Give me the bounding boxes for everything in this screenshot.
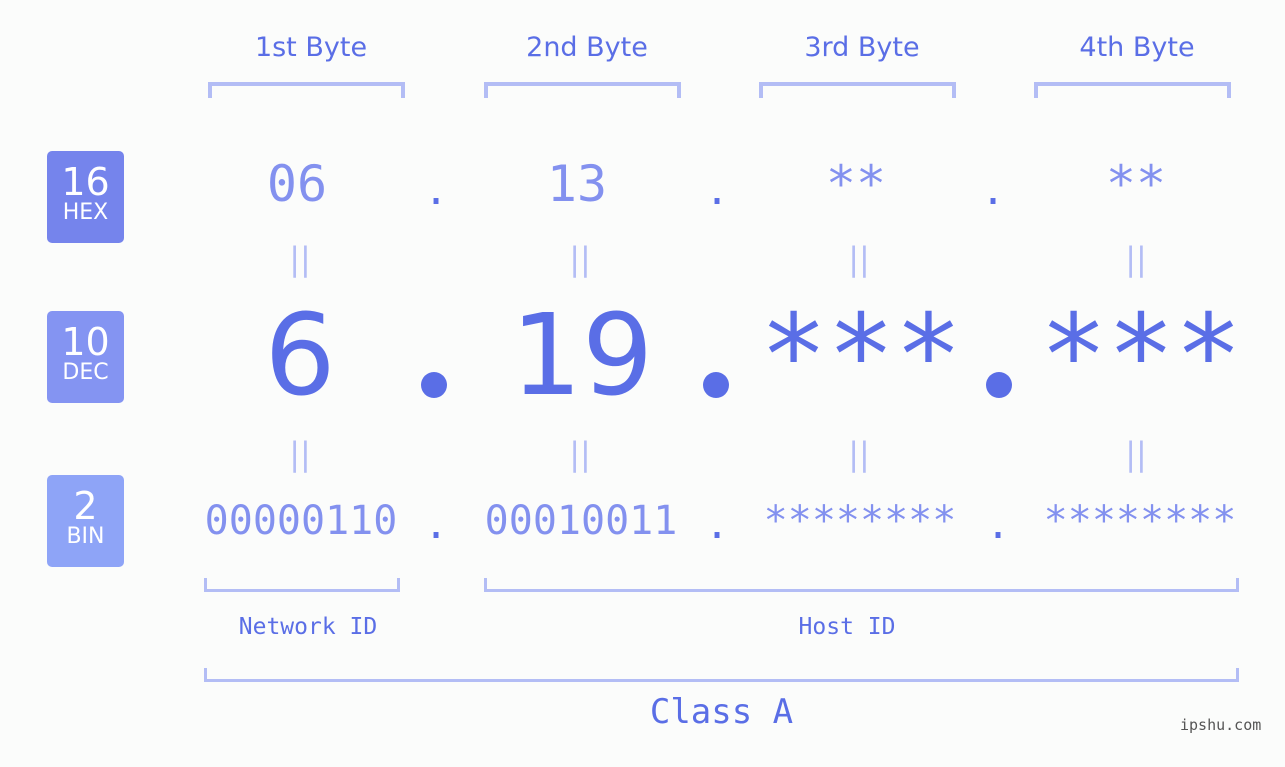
class-bracket bbox=[204, 668, 1239, 682]
bin-byte-4: ******** bbox=[1043, 498, 1237, 544]
dec-separator-dot bbox=[986, 372, 1012, 398]
bin-badge-unit: BIN bbox=[66, 524, 105, 549]
bin-separator: . bbox=[705, 502, 730, 548]
byte-label-2: 2nd Byte bbox=[526, 32, 648, 63]
equals-sign: || bbox=[848, 240, 870, 278]
byte-bracket-3 bbox=[759, 82, 956, 98]
hex-separator: . bbox=[705, 168, 730, 214]
network-id-label: Network ID bbox=[238, 614, 378, 640]
byte-bracket-4 bbox=[1034, 82, 1231, 98]
hex-badge-number: 16 bbox=[61, 160, 110, 204]
equals-sign: || bbox=[569, 240, 591, 278]
hex-separator: . bbox=[424, 168, 449, 214]
watermark: ipshu.com bbox=[1180, 716, 1262, 734]
bin-byte-2: 00010011 bbox=[484, 498, 678, 544]
equals-sign: || bbox=[848, 435, 870, 473]
dec-badge-unit: DEC bbox=[62, 360, 109, 385]
dec-byte-1: 6 bbox=[264, 291, 336, 421]
equals-sign: || bbox=[1125, 240, 1147, 278]
byte-label-3: 3rd Byte bbox=[804, 32, 920, 63]
hex-byte-1: 06 bbox=[266, 155, 328, 213]
bin-badge: 2 BIN bbox=[47, 475, 124, 567]
bin-separator: . bbox=[986, 502, 1011, 548]
bin-byte-1: 00000110 bbox=[204, 498, 398, 544]
bin-byte-3: ******** bbox=[763, 498, 957, 544]
host-id-label: Host ID bbox=[798, 614, 896, 640]
dec-badge-number: 10 bbox=[61, 320, 110, 364]
byte-bracket-1 bbox=[208, 82, 405, 98]
class-label: Class A bbox=[649, 692, 794, 732]
hex-badge: 16 HEX bbox=[47, 151, 124, 243]
equals-sign: || bbox=[289, 435, 311, 473]
hex-byte-3: ** bbox=[825, 155, 887, 213]
hex-byte-4: ** bbox=[1105, 155, 1167, 213]
host-id-bracket bbox=[484, 578, 1239, 592]
equals-sign: || bbox=[1125, 435, 1147, 473]
hex-badge-unit: HEX bbox=[62, 200, 109, 225]
equals-sign: || bbox=[289, 240, 311, 278]
dec-separator-dot bbox=[703, 372, 729, 398]
hex-byte-2: 13 bbox=[546, 155, 608, 213]
hex-separator: . bbox=[981, 168, 1006, 214]
bin-badge-number: 2 bbox=[73, 484, 98, 528]
equals-sign: || bbox=[569, 435, 591, 473]
dec-badge: 10 DEC bbox=[47, 311, 124, 403]
bin-separator: . bbox=[424, 502, 449, 548]
byte-label-1: 1st Byte bbox=[254, 32, 368, 63]
dec-byte-2: 19 bbox=[510, 291, 654, 421]
dec-byte-4: *** bbox=[1039, 291, 1243, 421]
byte-bracket-2 bbox=[484, 82, 681, 98]
dec-separator-dot bbox=[421, 372, 447, 398]
byte-label-4: 4th Byte bbox=[1079, 32, 1195, 63]
network-id-bracket bbox=[204, 578, 400, 592]
dec-byte-3: *** bbox=[759, 291, 963, 421]
